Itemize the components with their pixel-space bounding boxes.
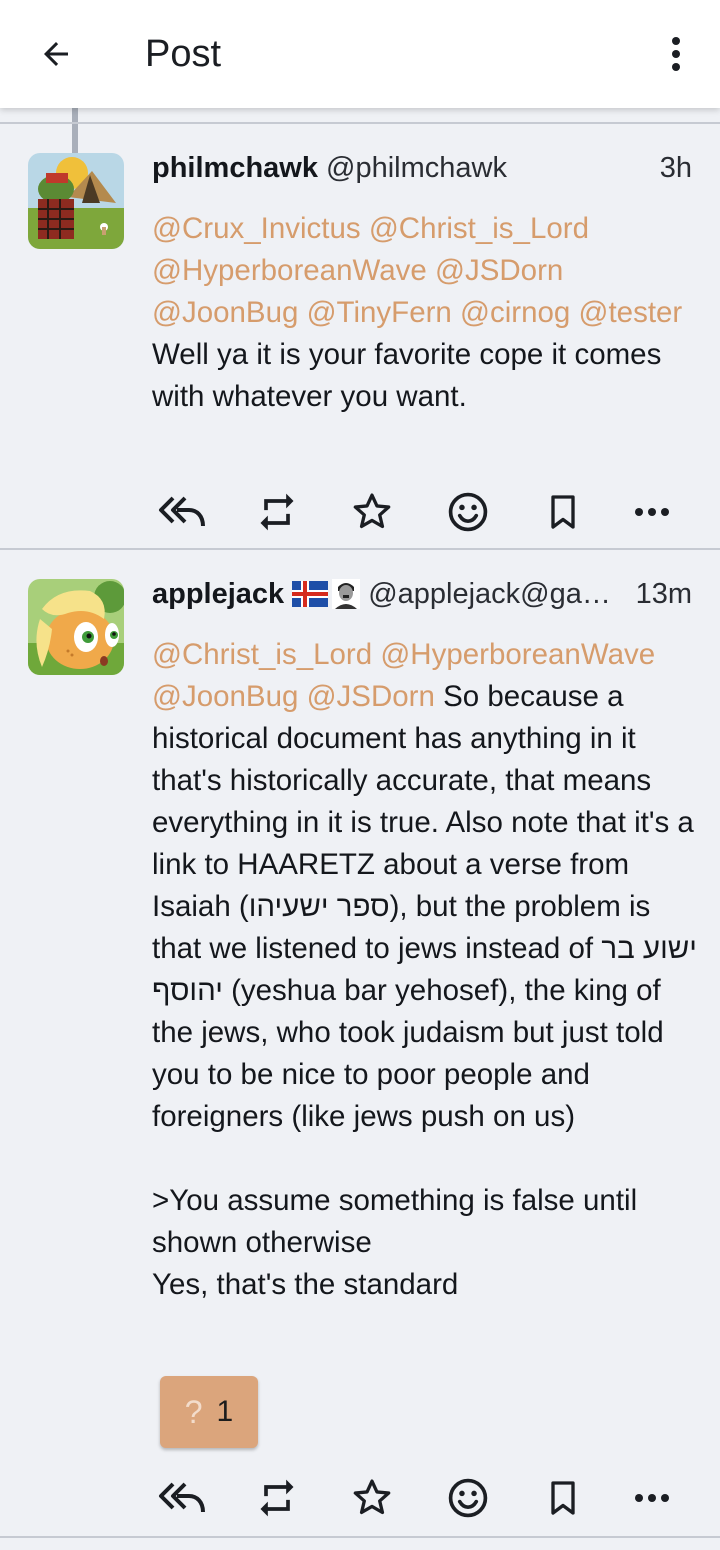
post-content: @Christ_is_Lord @HyperboreanWave @JoonBu… [152,634,700,1306]
mentions[interactable]: @Crux_Invictus @Christ_is_Lord @Hyperbor… [152,212,682,329]
reaction-chip[interactable]: ? 1 [160,1376,258,1448]
post-header: applejack @applejack@ga… 13m [152,574,692,614]
iceland-flag-emoji [292,581,329,607]
post-header: philmchawk @philmchawk 3h [152,148,692,188]
avatar[interactable] [28,153,124,249]
star-icon[interactable] [344,484,400,540]
post-item[interactable]: applejack @applejack@ga… 13m @Christ_is_… [0,550,720,1536]
display-name[interactable]: applejack [152,578,284,611]
reaction-count: 1 [216,1395,234,1428]
emoji-icon[interactable] [440,484,496,540]
user-handle[interactable]: @applejack@ga… [368,578,631,611]
star-icon[interactable] [344,1470,400,1526]
post-text: So because a historical document has any… [152,680,697,1301]
user-handle[interactable]: @philmchawk [326,152,656,185]
bookmark-icon[interactable] [535,484,591,540]
emoji-icon[interactable] [440,1470,496,1526]
page-title: Post [145,33,222,75]
display-name[interactable]: philmchawk [152,152,318,185]
repeat-icon[interactable] [249,1470,305,1526]
bookmark-icon[interactable] [535,1470,591,1526]
timestamp: 13m [635,577,692,610]
more-horizontal-icon[interactable] [624,1470,680,1526]
post-actions [152,484,692,540]
post-item[interactable]: philmchawk @philmchawk 3h @Crux_Invictus… [0,124,720,548]
timestamp: 3h [659,151,692,184]
name-emojis [292,579,361,609]
post-text: Well ya it is your favorite cope it come… [152,338,670,413]
arrow-left-icon[interactable] [30,30,82,78]
avatar[interactable] [28,579,124,675]
reply-all-icon[interactable] [154,484,210,540]
person-emoji [332,579,361,609]
reply-all-icon[interactable] [154,1470,210,1526]
repeat-icon[interactable] [249,484,305,540]
more-horizontal-icon[interactable] [624,484,680,540]
more-vertical-icon[interactable] [652,30,700,78]
divider [0,1536,720,1538]
reaction-emoji: ? [184,1393,203,1430]
app-bar: Post [0,0,720,108]
post-actions [152,1470,692,1526]
post-content: @Crux_Invictus @Christ_is_Lord @Hyperbor… [152,208,700,418]
